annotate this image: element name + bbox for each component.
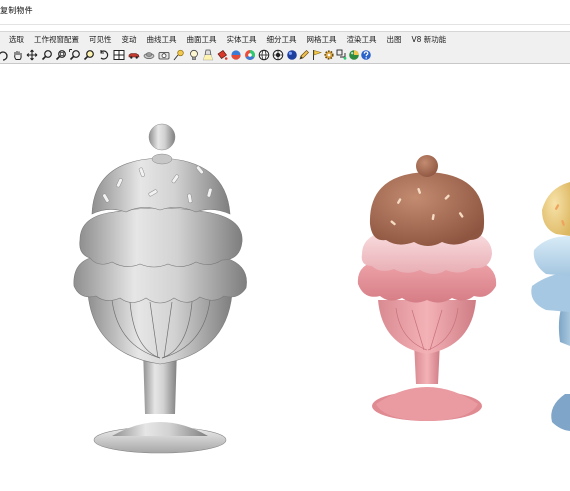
color-wheel-icon[interactable] — [243, 48, 256, 61]
move-icon[interactable] — [25, 48, 38, 61]
globe-icon[interactable] — [257, 48, 270, 61]
tab-visibility[interactable]: 可见性 — [85, 32, 116, 47]
render-preview-icon[interactable] — [271, 48, 284, 61]
undo-view-icon[interactable] — [97, 48, 110, 61]
ghosted-icon[interactable] — [142, 48, 155, 61]
car-icon[interactable] — [127, 48, 140, 61]
zoom-icon[interactable] — [40, 48, 53, 61]
viewport-scene — [73, 123, 570, 454]
light-bulb-icon[interactable] — [187, 48, 200, 61]
tab-select[interactable]: 选取 — [0, 32, 28, 47]
tab-render-tools[interactable]: 渲染工具 — [343, 32, 381, 47]
standard-toolbar — [0, 47, 570, 64]
tab-curve-tools[interactable]: 曲线工具 — [143, 32, 181, 47]
blue-sundae-render[interactable] — [531, 182, 570, 431]
pencil-icon[interactable] — [297, 48, 310, 61]
tab-v8-new-features[interactable]: V8 新功能 — [408, 32, 451, 47]
four-viewports-icon[interactable] — [112, 48, 125, 61]
pan-hand-icon[interactable] — [11, 48, 24, 61]
rotate-view-icon[interactable] — [0, 48, 9, 61]
tab-transform[interactable]: 变动 — [118, 32, 141, 47]
tab-solid-tools[interactable]: 实体工具 — [223, 32, 261, 47]
perspective-viewport[interactable] — [0, 64, 570, 491]
material-sphere-icon[interactable] — [229, 48, 242, 61]
paint-bucket-icon[interactable] — [215, 48, 228, 61]
gear-icon[interactable] — [322, 48, 335, 61]
window-title: 复制物件 — [0, 6, 33, 15]
gray-sundae-model[interactable] — [73, 123, 247, 454]
tab-subd-tools[interactable]: 细分工具 — [263, 32, 301, 47]
tab-surface-tools[interactable]: 曲面工具 — [183, 32, 221, 47]
zoom-extents-icon[interactable] — [68, 48, 81, 61]
spotlight-icon[interactable] — [201, 48, 214, 61]
help-icon[interactable] — [359, 48, 372, 61]
zoom-window-icon[interactable] — [54, 48, 67, 61]
toolbar-tab-bar: 选取 工作视窗配置 可见性 变动 曲线工具 曲面工具 实体工具 细分工具 网格工… — [0, 31, 570, 48]
zoom-selected-icon[interactable] — [82, 48, 95, 61]
tab-viewport-layout[interactable]: 工作视窗配置 — [30, 32, 83, 47]
named-view-icon[interactable] — [172, 48, 185, 61]
pink-sundae-render[interactable] — [357, 155, 497, 421]
title-bar: 复制物件 — [0, 0, 570, 25]
tab-mesh-tools[interactable]: 网格工具 — [303, 32, 341, 47]
tab-drafting[interactable]: 出图 — [383, 32, 406, 47]
camera-icon[interactable] — [157, 48, 170, 61]
